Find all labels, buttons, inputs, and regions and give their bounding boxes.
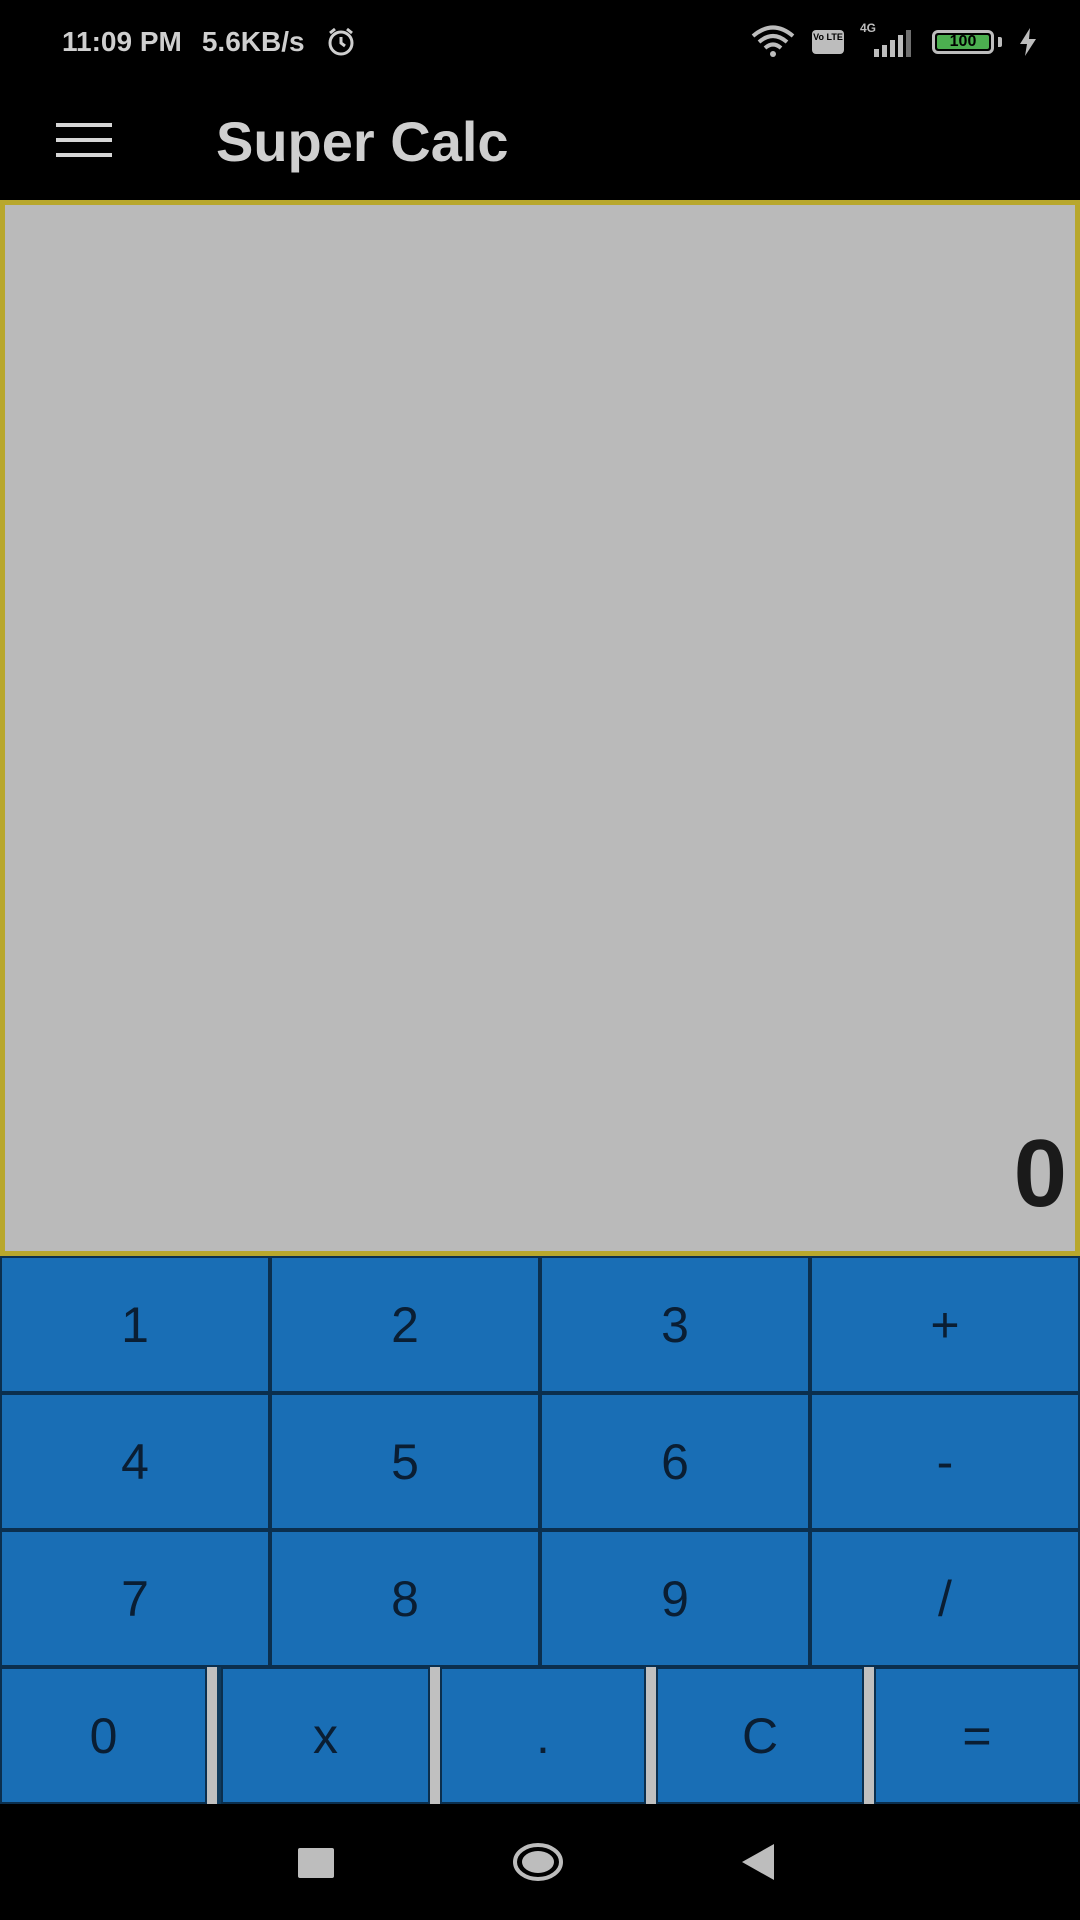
display-value: 0: [1013, 1120, 1067, 1227]
battery-icon: 100: [932, 30, 994, 54]
calculator-display: 0: [0, 200, 1080, 1256]
recent-apps-icon[interactable]: [298, 1848, 334, 1878]
key-6[interactable]: 6: [540, 1393, 810, 1530]
status-bar: 11:09 PM 5.6KB/s Vo LTE 4G 100: [0, 0, 1080, 84]
key-multiply[interactable]: x: [221, 1667, 430, 1804]
key-divide[interactable]: /: [810, 1530, 1080, 1667]
key-0[interactable]: 0: [0, 1667, 207, 1804]
signal-icon: 4G: [860, 21, 916, 59]
key-clear[interactable]: C: [656, 1667, 864, 1804]
network-speed: 5.6KB/s: [201, 26, 305, 57]
home-icon[interactable]: [512, 1842, 564, 1882]
key-equals[interactable]: =: [874, 1667, 1080, 1804]
status-time: 11:09 PM: [62, 26, 182, 57]
key-divider: [430, 1667, 440, 1804]
key-5[interactable]: 5: [270, 1393, 540, 1530]
battery-nub: [998, 37, 1002, 47]
key-9[interactable]: 9: [540, 1530, 810, 1667]
navigation-bar: [0, 1804, 1080, 1920]
key-1[interactable]: 1: [0, 1256, 270, 1393]
key-3[interactable]: 3: [540, 1256, 810, 1393]
back-icon[interactable]: [740, 1842, 776, 1882]
key-2[interactable]: 2: [270, 1256, 540, 1393]
key-decimal[interactable]: .: [440, 1667, 646, 1804]
status-right: Vo LTE 4G 100: [750, 21, 1038, 62]
hamburger-menu-icon[interactable]: [56, 119, 112, 163]
key-divider: [207, 1667, 217, 1804]
alarm-icon: [328, 27, 354, 56]
app-bar: Super Calc: [0, 84, 1080, 200]
app-title: Super Calc: [216, 110, 509, 173]
volte-icon: Vo LTE: [812, 30, 844, 54]
wifi-icon: [751, 25, 795, 57]
keypad: 1 2 3 + 4 5 6 - 7 8 9 / 0 x . C =: [0, 1256, 1080, 1804]
key-4[interactable]: 4: [0, 1393, 270, 1530]
status-left: 11:09 PM 5.6KB/s: [62, 20, 357, 64]
key-minus[interactable]: -: [810, 1393, 1080, 1530]
key-divider: [646, 1667, 656, 1804]
key-8[interactable]: 8: [270, 1530, 540, 1667]
key-7[interactable]: 7: [0, 1530, 270, 1667]
charging-icon: [1020, 28, 1036, 56]
key-divider: [864, 1667, 874, 1804]
key-plus[interactable]: +: [810, 1256, 1080, 1393]
battery-level: 100: [949, 33, 977, 50]
